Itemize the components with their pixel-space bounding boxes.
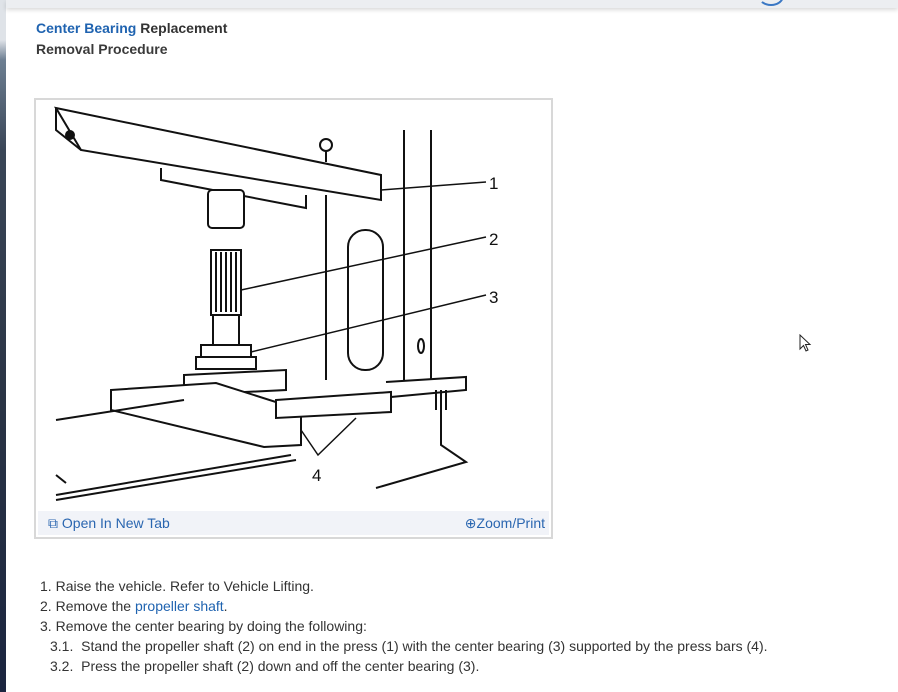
step-1: 1. Raise the vehicle. Refer to Vehicle L… [40,578,314,594]
page-subtitle: Removal Procedure [36,41,168,57]
open-new-tab-icon: ⧉ [48,515,58,531]
step-2: 2. Remove the propeller shaft. [40,598,228,614]
procedure-steps: 1. Raise the vehicle. Refer to Vehicle L… [40,576,768,676]
callout-4: 4 [312,466,322,485]
zoom-print-button[interactable]: ⊕Zoom/Print [465,515,545,532]
zoom-print-label: Zoom/Print [476,515,545,531]
press-diagram [53,106,487,501]
callout-1: 1 [489,174,499,193]
zoom-in-icon: ⊕ [464,515,477,531]
title-text: Replacement [136,20,228,36]
propeller-shaft-link[interactable]: propeller shaft [135,598,224,614]
center-bearing-link[interactable]: Center Bearing [36,20,136,36]
background-window-edge [0,0,6,692]
step-3-2: 3.2. Press the propeller shaft (2) down … [50,658,480,674]
mouse-cursor-icon [799,334,812,352]
avatar[interactable] [758,0,784,6]
step-3: 3. Remove the center bearing by doing th… [40,618,367,634]
callout-2: 2 [489,230,499,249]
procedure-figure: 1 2 3 4 ⧉ Open In New Tab ⊕Zoom/Print [34,98,553,539]
open-new-tab-button[interactable]: ⧉ Open In New Tab [48,515,170,532]
step-3-1: 3.1. Stand the propeller shaft (2) on en… [50,638,768,654]
open-new-tab-label: Open In New Tab [61,515,170,531]
page-title: Center Bearing Replacement [36,18,227,38]
figure-toolbar: ⧉ Open In New Tab ⊕Zoom/Print [38,511,549,535]
callout-3: 3 [489,288,499,307]
top-bar [6,0,898,8]
